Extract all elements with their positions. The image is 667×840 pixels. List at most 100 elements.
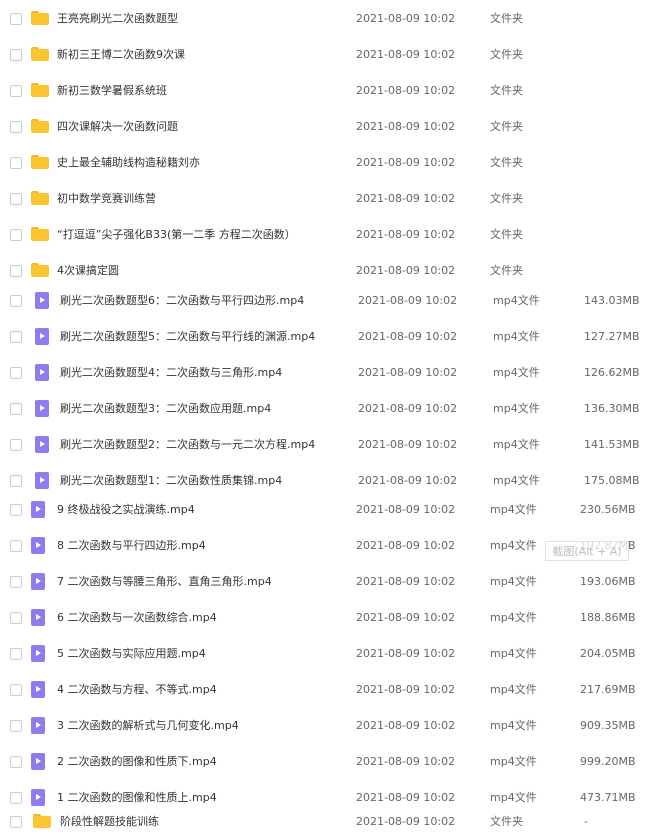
file-name[interactable]: 3 二次函数的解析式与几何变化.mp4 <box>57 719 239 733</box>
row-checkbox[interactable] <box>10 85 22 97</box>
file-type: mp4文件 <box>490 683 537 696</box>
file-row[interactable]: 5 二次函数与实际应用题.mp4 2021-08-09 10:02 mp4文件 204… <box>0 636 667 672</box>
file-name[interactable]: 新初三数学暑假系统班 <box>57 84 167 98</box>
file-row[interactable]: 刷光二次函数题型4：二次函数与三角形.mp4 2021-08-09 10:02 mp… <box>0 355 667 391</box>
file-size: 126.62MB <box>584 366 640 379</box>
file-date: 2021-08-09 10:02 <box>356 192 456 205</box>
row-checkbox[interactable] <box>10 331 22 343</box>
file-name[interactable]: 王亮亮刷光二次函数题型 <box>57 12 178 26</box>
file-row[interactable]: “打逗逗”尖子强化B33(第一二季 方程二次函数） 2021-08-09 10:0… <box>0 217 667 253</box>
row-checkbox[interactable] <box>10 49 22 61</box>
file-size: 127.27MB <box>584 330 640 343</box>
row-checkbox[interactable] <box>10 193 22 205</box>
video-file-icon <box>35 328 49 345</box>
file-name[interactable]: 阶段性解题技能训练 <box>60 815 159 829</box>
file-type: mp4文件 <box>490 575 537 588</box>
file-row[interactable]: 王亮亮刷光二次函数题型 2021-08-09 10:02 文件夹 <box>0 1 667 37</box>
file-row[interactable]: 阶段性解题技能训练 2021-08-09 10:02 文件夹 - <box>0 804 667 840</box>
row-checkbox[interactable] <box>10 792 22 804</box>
row-checkbox[interactable] <box>10 540 22 552</box>
file-name[interactable]: 7 二次函数与等腰三角形、直角三角形.mp4 <box>57 575 272 589</box>
file-date: 2021-08-09 10:02 <box>356 12 456 25</box>
row-checkbox[interactable] <box>10 648 22 660</box>
row-checkbox[interactable] <box>10 439 22 451</box>
file-date: 2021-08-09 10:02 <box>356 264 456 277</box>
file-name[interactable]: 刷光二次函数题型2：二次函数与一元二次方程.mp4 <box>60 438 315 452</box>
file-name[interactable]: 6 二次函数与一次函数综合.mp4 <box>57 611 217 625</box>
file-row[interactable]: 刷光二次函数题型3：二次函数应用题.mp4 2021-08-09 10:02 mp4… <box>0 391 667 427</box>
folder-icon <box>33 814 51 828</box>
video-file-icon <box>35 292 49 309</box>
file-date: 2021-08-09 10:02 <box>356 815 456 828</box>
file-row[interactable]: 9 终极战役之实战演练.mp4 2021-08-09 10:02 mp4文件 230.… <box>0 492 667 528</box>
row-checkbox[interactable] <box>10 720 22 732</box>
row-checkbox[interactable] <box>10 816 22 828</box>
file-date: 2021-08-09 10:02 <box>356 575 456 588</box>
file-name[interactable]: 新初三王博二次函数9次课 <box>57 48 185 62</box>
file-name[interactable]: 刷光二次函数题型4：二次函数与三角形.mp4 <box>60 366 282 380</box>
file-row[interactable]: 史上最全辅助线构造秘籍刘亦 2021-08-09 10:02 文件夹 <box>0 145 667 181</box>
row-checkbox[interactable] <box>10 756 22 768</box>
file-row[interactable]: 新初三数学暑假系统班 2021-08-09 10:02 文件夹 <box>0 73 667 109</box>
file-row[interactable]: 刷光二次函数题型2：二次函数与一元二次方程.mp4 2021-08-09 10:0… <box>0 427 667 463</box>
file-type: mp4文件 <box>493 366 540 379</box>
file-name[interactable]: “打逗逗”尖子强化B33(第一二季 方程二次函数） <box>57 228 296 242</box>
file-name[interactable]: 刷光二次函数题型5：二次函数与平行线的渊源.mp4 <box>60 330 315 344</box>
row-checkbox[interactable] <box>10 403 22 415</box>
file-name[interactable]: 史上最全辅助线构造秘籍刘亦 <box>57 156 200 170</box>
row-checkbox[interactable] <box>10 576 22 588</box>
row-checkbox[interactable] <box>10 121 22 133</box>
row-checkbox[interactable] <box>10 504 22 516</box>
file-name[interactable]: 4次课搞定圆 <box>57 264 119 278</box>
file-name[interactable]: 1 二次函数的图像和性质上.mp4 <box>57 791 217 805</box>
file-type: mp4文件 <box>490 791 537 804</box>
row-checkbox[interactable] <box>10 367 22 379</box>
file-name[interactable]: 4 二次函数与方程、不等式.mp4 <box>57 683 217 697</box>
file-type: mp4文件 <box>490 719 537 732</box>
row-checkbox[interactable] <box>10 265 22 277</box>
file-row[interactable]: 3 二次函数的解析式与几何变化.mp4 2021-08-09 10:02 mp4文件… <box>0 708 667 744</box>
file-size: 175.08MB <box>584 474 640 487</box>
row-checkbox[interactable] <box>10 612 22 624</box>
file-row[interactable]: 4 二次函数与方程、不等式.mp4 2021-08-09 10:02 mp4文件 21… <box>0 672 667 708</box>
file-name[interactable]: 四次课解决一次函数问题 <box>57 120 178 134</box>
file-date: 2021-08-09 10:02 <box>356 48 456 61</box>
file-name[interactable]: 5 二次函数与实际应用题.mp4 <box>57 647 206 661</box>
folder-icon <box>31 11 49 25</box>
file-row[interactable]: 刷光二次函数题型5：二次函数与平行线的渊源.mp4 2021-08-09 10:0… <box>0 319 667 355</box>
file-row[interactable]: 初中数学竞赛训练营 2021-08-09 10:02 文件夹 <box>0 181 667 217</box>
row-checkbox[interactable] <box>10 13 22 25</box>
file-date: 2021-08-09 10:02 <box>356 719 456 732</box>
file-date: 2021-08-09 10:02 <box>358 402 458 415</box>
file-name[interactable]: 9 终极战役之实战演练.mp4 <box>57 503 195 517</box>
row-checkbox[interactable] <box>10 157 22 169</box>
file-name[interactable]: 刷光二次函数题型1：二次函数性质集锦.mp4 <box>60 474 282 488</box>
file-name[interactable]: 2 二次函数的图像和性质下.mp4 <box>57 755 217 769</box>
row-checkbox[interactable] <box>10 475 22 487</box>
file-row[interactable]: 2 二次函数的图像和性质下.mp4 2021-08-09 10:02 mp4文件 99… <box>0 744 667 780</box>
file-row[interactable]: 新初三王博二次函数9次课 2021-08-09 10:02 文件夹 <box>0 37 667 73</box>
file-size: 143.03MB <box>584 294 640 307</box>
file-type: mp4文件 <box>493 438 540 451</box>
file-name[interactable]: 8 二次函数与平行四边形.mp4 <box>57 539 206 553</box>
video-file-icon <box>35 436 49 453</box>
file-size: 473.71MB <box>580 791 636 804</box>
folder-icon <box>31 191 49 205</box>
file-date: 2021-08-09 10:02 <box>358 294 458 307</box>
video-file-icon <box>31 753 45 770</box>
file-row[interactable]: 6 二次函数与一次函数综合.mp4 2021-08-09 10:02 mp4文件 18… <box>0 600 667 636</box>
file-size: 204.05MB <box>580 647 636 660</box>
screenshot-tooltip: 截图(Alt + A) <box>545 541 629 561</box>
row-checkbox[interactable] <box>10 295 22 307</box>
file-name[interactable]: 刷光二次函数题型6：二次函数与平行四边形.mp4 <box>60 294 304 308</box>
file-name[interactable]: 刷光二次函数题型3：二次函数应用题.mp4 <box>60 402 271 416</box>
row-checkbox[interactable] <box>10 684 22 696</box>
file-row[interactable]: 四次课解决一次函数问题 2021-08-09 10:02 文件夹 <box>0 109 667 145</box>
file-size: 136.30MB <box>584 402 640 415</box>
row-checkbox[interactable] <box>10 229 22 241</box>
file-type: mp4文件 <box>493 474 540 487</box>
file-row[interactable]: 刷光二次函数题型6：二次函数与平行四边形.mp4 2021-08-09 10:02… <box>0 283 667 319</box>
video-file-icon <box>31 645 45 662</box>
file-name[interactable]: 初中数学竞赛训练营 <box>57 192 156 206</box>
file-row[interactable]: 7 二次函数与等腰三角形、直角三角形.mp4 2021-08-09 10:02 mp… <box>0 564 667 600</box>
